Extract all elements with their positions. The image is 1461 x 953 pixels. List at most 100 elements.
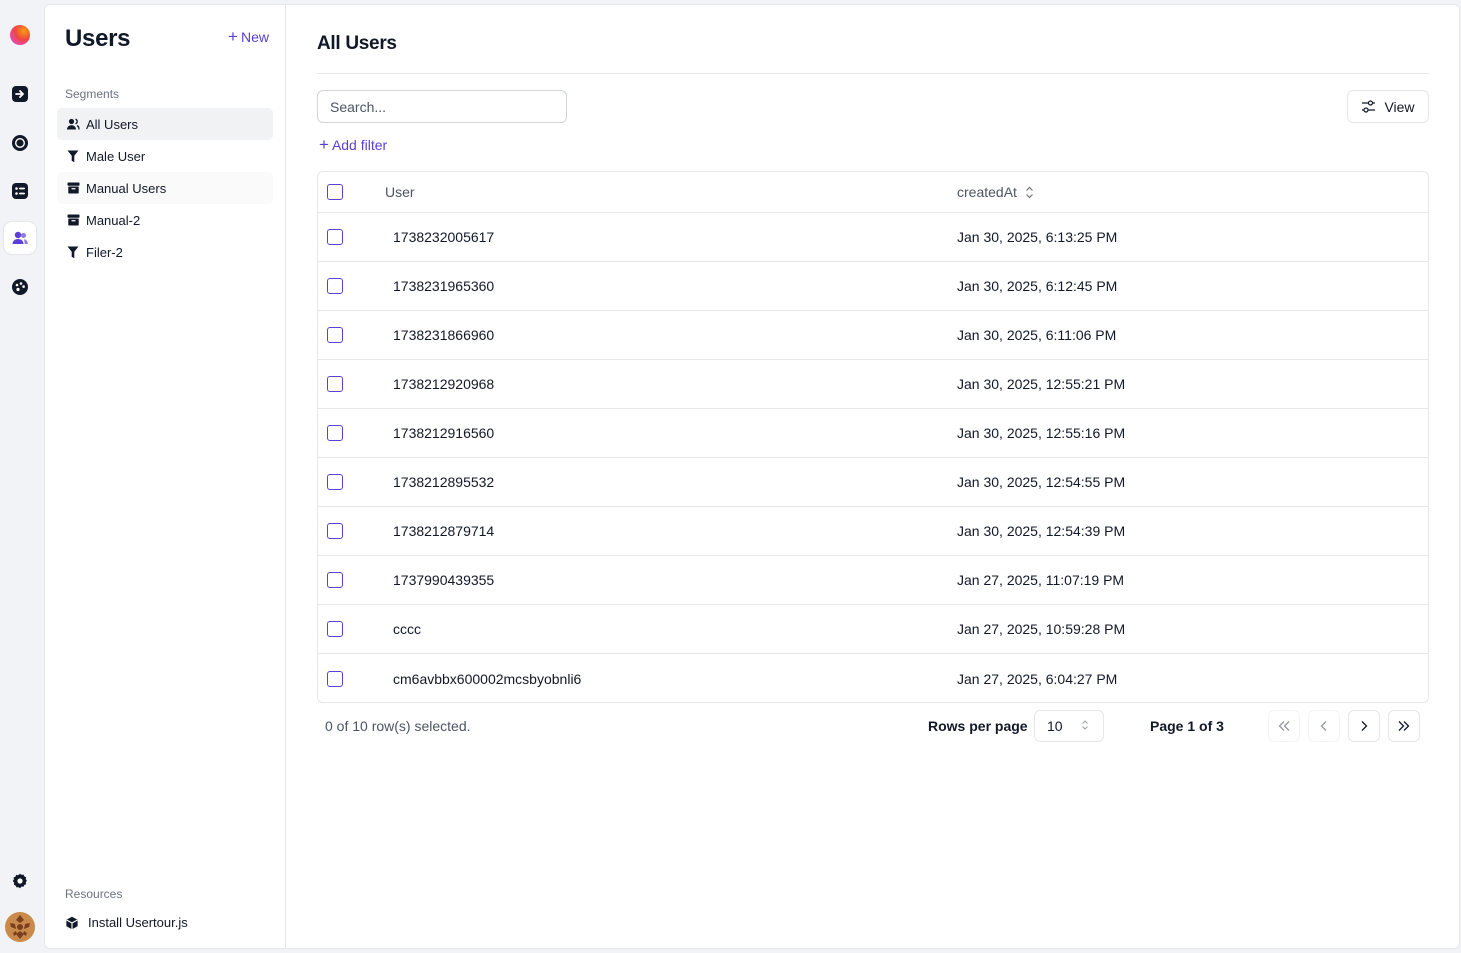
view-button[interactable]: View <box>1347 90 1429 123</box>
row-checkbox[interactable] <box>327 474 343 490</box>
last-page-button[interactable] <box>1388 710 1420 742</box>
table-row: 1738212920968 Jan 30, 2025, 12:55:21 PM <box>318 360 1428 409</box>
first-page-button[interactable] <box>1268 710 1300 742</box>
table-row: 1738231866960 Jan 30, 2025, 6:11:06 PM <box>318 311 1428 360</box>
users-icon <box>66 117 80 131</box>
row-checkbox[interactable] <box>327 376 343 392</box>
previous-page-button[interactable] <box>1308 710 1340 742</box>
user-cell[interactable]: cccc <box>393 621 421 637</box>
row-checkbox[interactable] <box>327 278 343 294</box>
install-label: Install Usertour.js <box>88 915 188 930</box>
add-filter-button[interactable]: + Add filter <box>319 135 388 154</box>
checklist-icon <box>12 183 28 199</box>
sidebar-title: Users <box>65 25 131 52</box>
created-at-cell: Jan 27, 2025, 10:59:28 PM <box>957 621 1126 637</box>
row-checkbox[interactable] <box>327 670 343 687</box>
select-all-checkbox[interactable] <box>327 184 343 200</box>
users-table: User createdAt 1738232005617 Jan 30, 202… <box>317 171 1429 703</box>
rail-users-button[interactable] <box>4 222 36 254</box>
page-title: All Users <box>317 33 397 54</box>
rows-per-page-value: 10 <box>1047 718 1063 734</box>
selection-count: 0 of 10 row(s) selected. <box>325 718 471 734</box>
user-cell[interactable]: 1738212895532 <box>393 474 494 490</box>
archive-icon <box>66 181 80 195</box>
row-checkbox[interactable] <box>327 425 343 441</box>
segment-item-filer-2[interactable]: Filer-2 <box>57 236 273 268</box>
user-cell[interactable]: 1738231965360 <box>393 278 494 294</box>
users-icon <box>12 231 28 244</box>
created-at-cell: Jan 30, 2025, 12:55:21 PM <box>957 376 1126 392</box>
created-at-cell: Jan 27, 2025, 11:07:19 PM <box>957 572 1125 588</box>
rail-flows-button[interactable] <box>4 78 36 110</box>
segment-list: All Users Male User Manual Users Manual-… <box>57 108 273 268</box>
user-cell[interactable]: cm6avbbx600002mcsbyobnli6 <box>393 671 581 687</box>
rows-per-page-select[interactable]: 10 <box>1034 710 1104 742</box>
main-panel: Users + New Segments All Users Male User <box>44 4 1460 949</box>
add-filter-label: Add filter <box>331 137 388 153</box>
segment-item-manual-2[interactable]: Manual-2 <box>57 204 273 236</box>
rail-checklists-button[interactable] <box>4 175 36 207</box>
app-logo[interactable] <box>4 19 36 51</box>
segment-item-all-users[interactable]: All Users <box>57 108 273 140</box>
row-checkbox[interactable] <box>327 327 343 343</box>
table-row: 1738212879714 Jan 30, 2025, 12:54:39 PM <box>318 507 1428 556</box>
plus-icon: + <box>319 135 329 154</box>
flows-icon <box>12 86 28 102</box>
table-row: cccc Jan 27, 2025, 10:59:28 PM <box>318 605 1428 654</box>
content-area: All Users View + Add filter User created… <box>317 5 1429 948</box>
filter-icon <box>66 245 80 259</box>
sliders-icon <box>1362 100 1376 113</box>
table-row: 1738232005617 Jan 30, 2025, 6:13:25 PM <box>318 213 1428 262</box>
view-label: View <box>1384 98 1415 115</box>
segment-label: Manual Users <box>86 180 167 196</box>
new-segment-button[interactable]: + New <box>228 27 269 46</box>
row-checkbox[interactable] <box>327 523 343 539</box>
user-cell[interactable]: 1737990439355 <box>393 572 494 588</box>
rows-per-page-label: Rows per page <box>928 718 1028 734</box>
search-input[interactable] <box>317 90 567 123</box>
table-header: User createdAt <box>318 172 1428 213</box>
divider <box>317 73 1429 74</box>
segment-label: Male User <box>86 148 146 164</box>
user-avatar[interactable] <box>4 911 36 943</box>
next-page-button[interactable] <box>1348 710 1380 742</box>
install-usertour-link[interactable]: Install Usertour.js <box>65 915 188 930</box>
chevron-right-icon <box>1361 721 1368 731</box>
created-at-cell: Jan 27, 2025, 6:04:27 PM <box>957 670 1118 687</box>
record-icon <box>12 135 28 151</box>
rail-settings-button[interactable] <box>4 865 36 897</box>
plus-icon: + <box>228 27 238 46</box>
created-at-cell: Jan 30, 2025, 12:54:39 PM <box>957 523 1126 539</box>
row-checkbox[interactable] <box>327 621 343 637</box>
table-row: 1738212916560 Jan 30, 2025, 12:55:16 PM <box>318 409 1428 458</box>
segment-item-manual-users[interactable]: Manual Users <box>57 172 273 204</box>
filter-icon <box>66 149 80 163</box>
chevrons-left-icon <box>1278 721 1290 731</box>
user-cell[interactable]: 1738212920968 <box>393 376 494 392</box>
chevrons-right-icon <box>1398 721 1410 731</box>
created-at-cell: Jan 30, 2025, 12:55:16 PM <box>957 425 1126 441</box>
segments-heading: Segments <box>65 87 120 101</box>
table-row: 1737990439355 Jan 27, 2025, 11:07:19 PM <box>318 556 1428 605</box>
chevron-left-icon <box>1320 721 1327 731</box>
column-header-created-at[interactable]: createdAt <box>957 184 1034 200</box>
row-checkbox[interactable] <box>327 229 343 245</box>
nav-rail <box>0 0 44 953</box>
package-icon <box>66 916 78 929</box>
created-at-cell: Jan 30, 2025, 12:54:55 PM <box>957 474 1126 490</box>
created-at-label: createdAt <box>957 184 1017 200</box>
user-cell[interactable]: 1738231866960 <box>393 327 494 343</box>
row-checkbox[interactable] <box>327 572 343 588</box>
user-cell[interactable]: 1738212916560 <box>393 425 494 441</box>
users-sidebar: Users + New Segments All Users Male User <box>45 5 286 948</box>
column-header-user: User <box>385 184 415 200</box>
created-at-cell: Jan 30, 2025, 6:11:06 PM <box>957 327 1117 343</box>
segment-label: Manual-2 <box>86 212 141 228</box>
segment-item-male-user[interactable]: Male User <box>57 140 273 172</box>
user-cell[interactable]: 1738232005617 <box>393 229 494 245</box>
rail-themes-button[interactable] <box>4 271 36 303</box>
rail-launchers-button[interactable] <box>4 127 36 159</box>
resources-heading: Resources <box>65 887 123 901</box>
user-cell[interactable]: 1738212879714 <box>393 523 494 539</box>
palette-icon <box>12 279 28 295</box>
